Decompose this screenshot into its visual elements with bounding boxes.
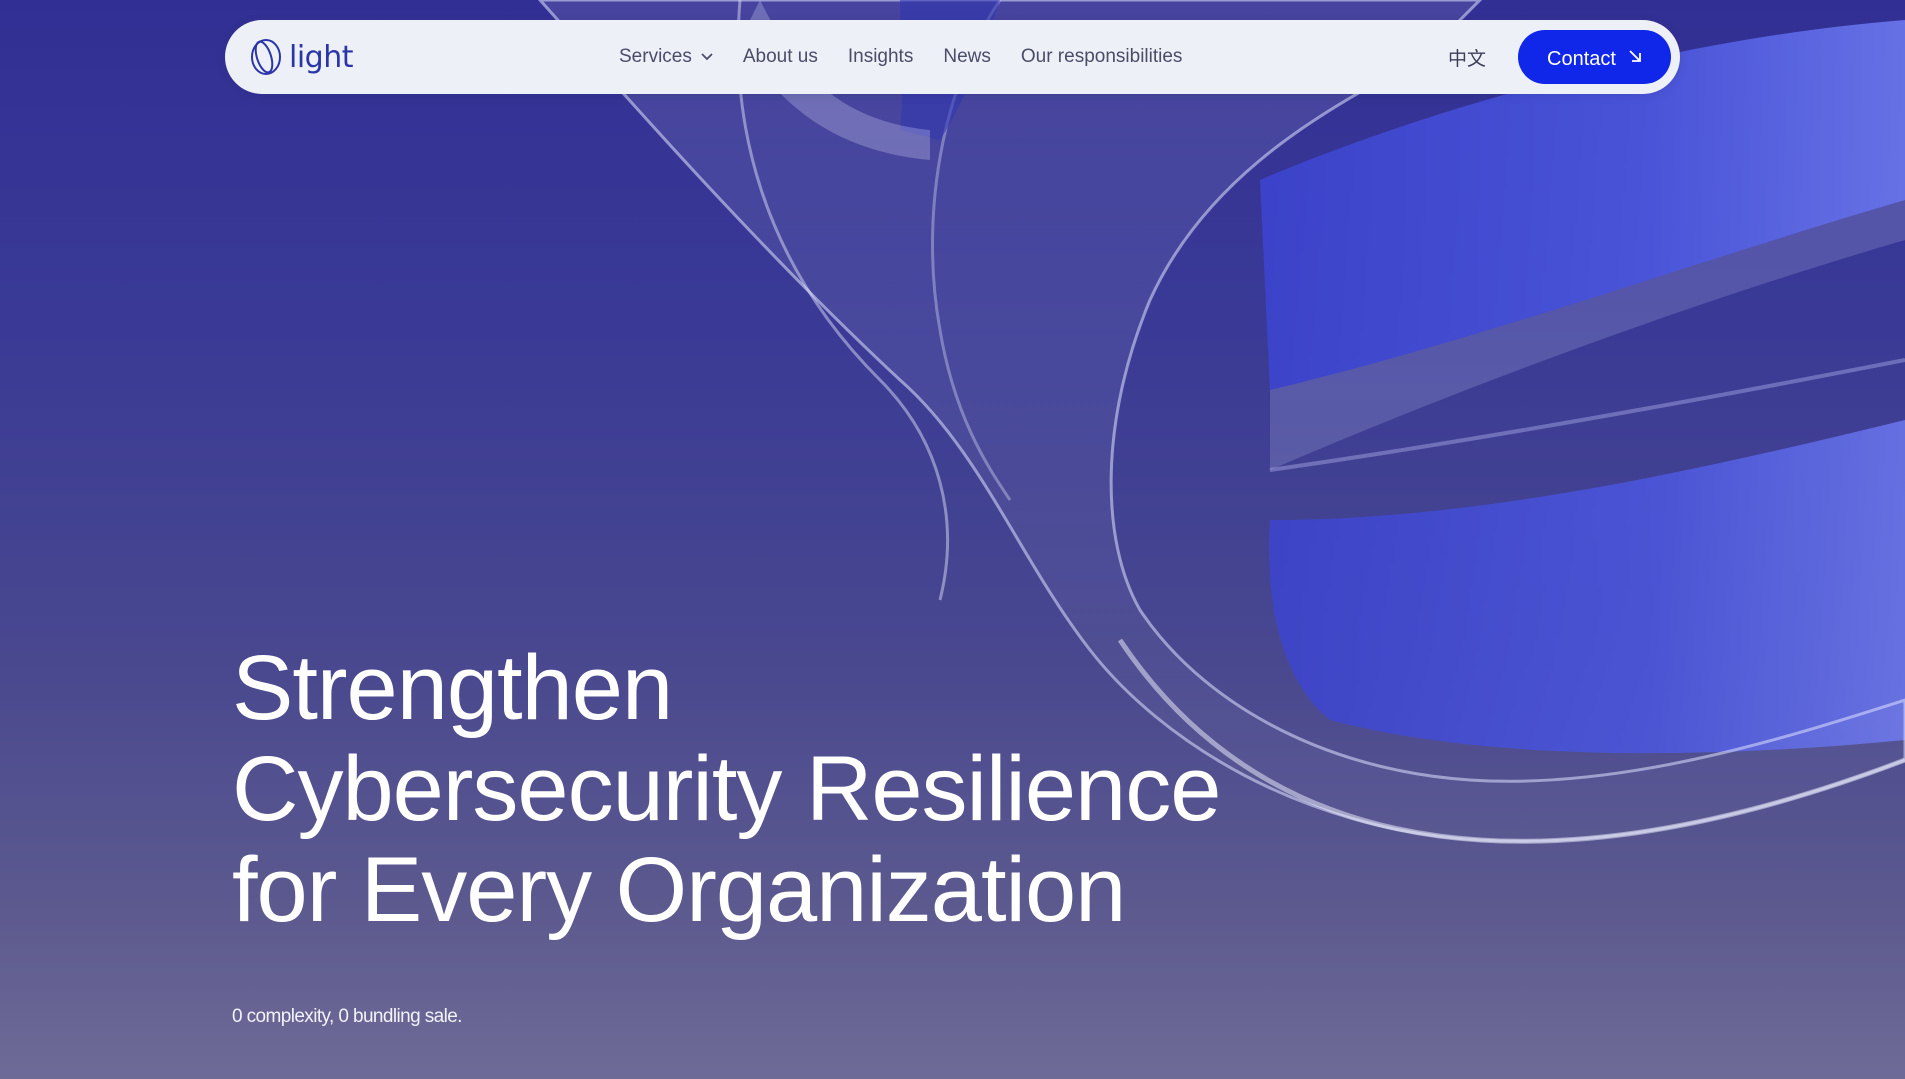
brand-logo[interactable]: light (249, 36, 354, 78)
brand-name: light (289, 39, 354, 75)
nav-item-insights[interactable]: Insights (848, 46, 913, 68)
top-navbar: light Services About us Insights News Ou… (225, 20, 1680, 94)
ring-logo-icon (251, 39, 281, 75)
hero-title: Strengthen Cybersecurity Resilience for … (232, 637, 1221, 941)
language-switch[interactable]: 中文 (1448, 20, 1486, 94)
hero-title-line: for Every Organization (232, 839, 1126, 941)
contact-button[interactable]: Contact (1518, 30, 1671, 84)
nav-item-about-us[interactable]: About us (743, 46, 818, 68)
chevron-down-icon (701, 53, 713, 61)
hero-title-line: Strengthen (232, 637, 673, 739)
nav-item-our-responsibilities[interactable]: Our responsibilities (1021, 46, 1183, 68)
arrow-down-right-icon (1629, 50, 1641, 62)
hero-subtitle: 0 complexity, 0 bundling sale. (232, 1006, 462, 1027)
nav-item-label: Services (619, 46, 692, 67)
nav-item-news[interactable]: News (943, 46, 991, 68)
hero-title-line: Cybersecurity Resilience (232, 738, 1221, 840)
nav-links: Services About us Insights News Our resp… (619, 20, 1212, 94)
contact-button-label: Contact (1547, 47, 1616, 70)
nav-item-services[interactable]: Services (619, 46, 713, 68)
